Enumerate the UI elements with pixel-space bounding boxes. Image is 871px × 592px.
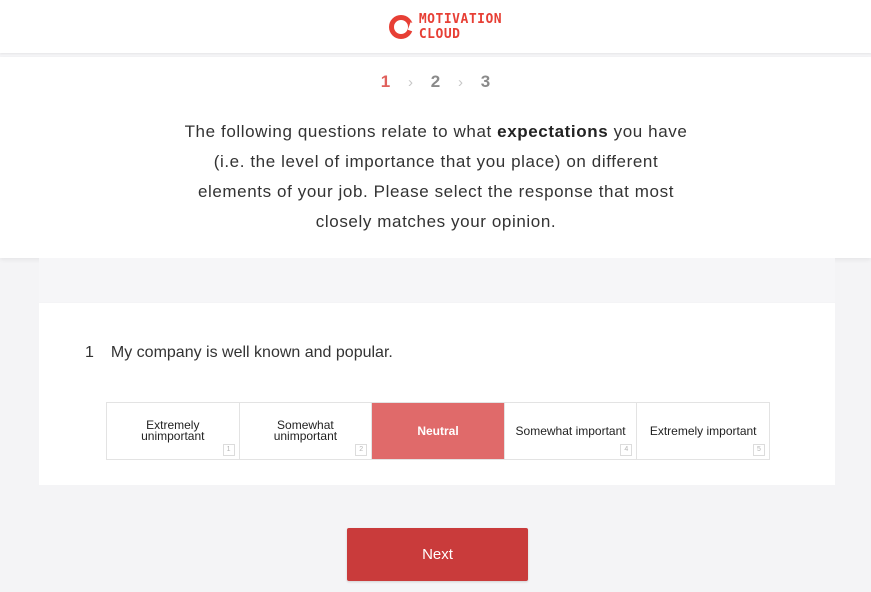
- instructions-part-1: The following questions relate to what: [184, 122, 498, 141]
- step-indicator: 1 › 2 › 3: [0, 72, 871, 92]
- step-3: 3: [480, 72, 491, 91]
- option-shortcut-key: 2: [355, 444, 368, 456]
- question-number: 1: [85, 344, 94, 361]
- question-card: 1 My company is well known and popular. …: [39, 303, 835, 485]
- option-extremely-important[interactable]: Extremely important 5: [637, 403, 769, 459]
- option-shortcut-key: 4: [620, 444, 633, 456]
- option-label: Neutral: [417, 423, 459, 438]
- option-label: Somewhat important: [515, 423, 626, 438]
- likert-scale: Extremely unimportant 1 Somewhat unimpor…: [106, 402, 770, 460]
- next-button[interactable]: Next: [347, 528, 528, 581]
- question-text: My company is well known and popular.: [110, 344, 393, 361]
- instructions-text: The following questions relate to what e…: [175, 117, 697, 237]
- logo-line-2: CLOUD: [418, 26, 461, 42]
- instructions-emphasis: expectations: [497, 122, 609, 141]
- step-1: 1: [380, 72, 391, 91]
- logo-wordmark: MOTIVATION CLOUD: [419, 12, 502, 42]
- option-label: Extremely important: [649, 423, 757, 438]
- chevron-right-icon: ›: [408, 73, 413, 91]
- step-2: 2: [430, 72, 441, 91]
- question-row: 1 My company is well known and popular.: [85, 344, 393, 362]
- option-neutral[interactable]: Neutral 3: [372, 403, 505, 459]
- top-bar: MOTIVATION CLOUD: [0, 0, 871, 53]
- motivation-cloud-logo: MOTIVATION CLOUD: [388, 12, 502, 42]
- option-extremely-unimportant[interactable]: Extremely unimportant 1: [107, 403, 240, 459]
- option-shortcut-key: 1: [222, 444, 235, 456]
- logo-ring-icon: [388, 14, 413, 39]
- survey-page: MOTIVATION CLOUD 1 › 2 › 3 The following…: [0, 0, 871, 592]
- instructions-card: 1 › 2 › 3 The following questions relate…: [0, 57, 871, 258]
- chevron-right-icon: ›: [458, 73, 463, 91]
- option-label: Extremely unimportant: [141, 418, 205, 443]
- logo-line-1: MOTIVATION: [418, 11, 503, 27]
- option-somewhat-unimportant[interactable]: Somewhat unimportant 2: [239, 403, 373, 459]
- option-somewhat-important[interactable]: Somewhat important 4: [504, 403, 638, 459]
- option-shortcut-key: 5: [752, 444, 765, 456]
- option-label: Somewhat unimportant: [273, 418, 338, 443]
- panel-spacer: [39, 258, 835, 302]
